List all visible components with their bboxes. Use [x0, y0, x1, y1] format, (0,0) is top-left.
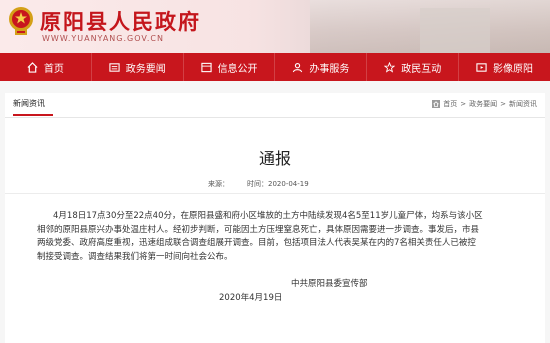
- section-bar: 新闻资讯 首页 > 政务要闻 > 新闻资讯: [5, 93, 545, 118]
- article-meta: 来源： 时间：2020-04-19: [5, 177, 545, 194]
- section-tab[interactable]: 新闻资讯: [13, 98, 45, 109]
- breadcrumb: 首页 > 政务要闻 > 新闻资讯: [432, 99, 537, 109]
- nav-news[interactable]: 政务要闻: [92, 53, 184, 81]
- site-url: WWW.YUANYANG.GOV.CN: [42, 34, 164, 43]
- info-icon: [200, 62, 212, 72]
- home-icon: [432, 100, 441, 108]
- header-building-image: [420, 8, 490, 53]
- article-panel: 新闻资讯 首页 > 政务要闻 > 新闻资讯 通报 来源： 时间：2020-04-…: [5, 93, 545, 343]
- breadcrumb-level1[interactable]: 政务要闻: [469, 99, 497, 109]
- nav-home[interactable]: 首页: [0, 53, 92, 81]
- national-emblem-icon: [9, 7, 33, 35]
- film-icon: [476, 62, 487, 72]
- article-source: 来源：: [208, 180, 229, 188]
- people-icon: [293, 62, 303, 72]
- site-title[interactable]: 原阳县人民政府: [40, 6, 201, 36]
- breadcrumb-separator: >: [460, 100, 467, 108]
- site-header: 原阳县人民政府 WWW.YUANYANG.GOV.CN: [0, 0, 550, 53]
- breadcrumb-level2[interactable]: 新闻资讯: [509, 99, 537, 109]
- breadcrumb-separator: >: [500, 100, 506, 108]
- nav-news-label: 政务要闻: [125, 63, 166, 75]
- nav-service[interactable]: 办事服务: [275, 53, 368, 81]
- nav-media-label: 影像原阳: [493, 63, 534, 75]
- article-body: 4月18日17点30分至22点40分，在原阳县盛和府小区堆放的土方中陆续发现4名…: [37, 211, 483, 262]
- article-signature: 中共原阳县委宣传部: [291, 279, 368, 289]
- nav-interaction[interactable]: 政民互动: [367, 53, 460, 81]
- breadcrumb-home[interactable]: 首页: [443, 99, 457, 109]
- article-title: 通报: [258, 149, 291, 168]
- star-icon: [384, 61, 396, 73]
- section-tab-underline: [13, 114, 53, 116]
- nav-service-label: 办事服务: [309, 63, 350, 75]
- nav-media[interactable]: 影像原阳: [459, 53, 550, 81]
- nav-interaction-label: 政民互动: [401, 63, 442, 75]
- nav-info-label: 信息公开: [217, 63, 258, 75]
- news-icon: [109, 62, 120, 72]
- article-time: 时间：2020-04-19: [247, 180, 309, 188]
- home-icon: [27, 61, 38, 73]
- main-nav: 首页 政务要闻 信息公开 办事服务 政民互动 影像原阳: [0, 53, 550, 81]
- nav-info[interactable]: 信息公开: [184, 53, 276, 81]
- nav-home-label: 首页: [43, 63, 64, 75]
- article-date: 2020年4月19日: [219, 293, 283, 303]
